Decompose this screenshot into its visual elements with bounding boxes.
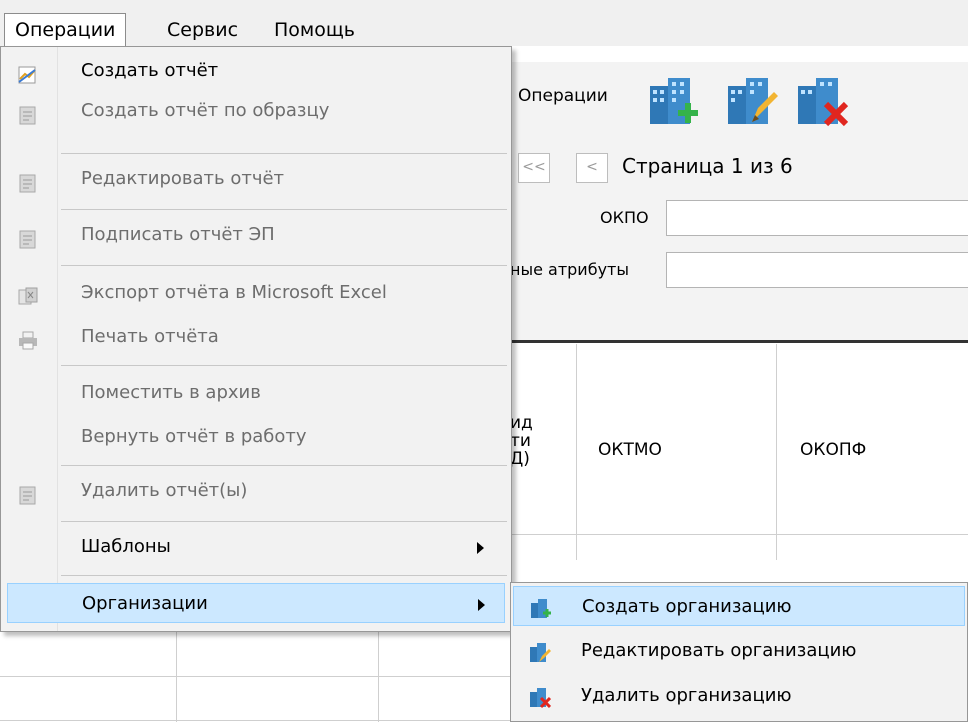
submenu-item-delete-organization[interactable]: Удалить организацию bbox=[513, 676, 965, 716]
printer-icon bbox=[17, 327, 39, 350]
report-gray-icon bbox=[17, 101, 39, 125]
attributes-label: ные атрибуты bbox=[510, 260, 629, 279]
report-gray-icon bbox=[17, 169, 39, 193]
submenu-item-create-organization[interactable]: Создать организацию bbox=[513, 586, 965, 626]
building-edit-icon[interactable] bbox=[722, 72, 778, 128]
attributes-input[interactable] bbox=[666, 252, 968, 288]
menu-separator bbox=[61, 365, 507, 366]
building-delete-icon bbox=[527, 684, 552, 709]
column-header-oktmo[interactable]: ОКТМО bbox=[598, 440, 662, 460]
okpo-input[interactable] bbox=[666, 200, 968, 236]
menu-item-label: Поместить в архив bbox=[81, 382, 261, 403]
pager: << < Страница 1 из 6 bbox=[510, 140, 968, 190]
menu-item-label: Создать отчёт bbox=[81, 60, 219, 81]
building-add-icon[interactable] bbox=[644, 72, 700, 128]
prev-page-button[interactable]: < bbox=[576, 153, 608, 183]
menu-separator bbox=[61, 265, 507, 266]
toolbar: Операции bbox=[510, 62, 968, 141]
menu-item-organizations[interactable]: Организации bbox=[7, 583, 505, 623]
menu-item-label: Удалить отчёт(ы) bbox=[81, 480, 248, 501]
submenu-item-label: Создать организацию bbox=[582, 596, 792, 617]
menu-item-create-from-template[interactable]: Создать отчёт по образцу bbox=[1, 91, 511, 131]
menu-item-delete-reports[interactable]: Удалить отчёт(ы) bbox=[1, 471, 511, 511]
operations-dropdown: Создать отчёт Создать отчёт по образцу Р… bbox=[0, 46, 512, 632]
submenu-item-label: Редактировать организацию bbox=[581, 640, 857, 661]
table-rows bbox=[0, 630, 510, 722]
menu-item-label: Шаблоны bbox=[81, 536, 171, 557]
menu-item-label: Вернуть отчёт в работу bbox=[81, 426, 307, 447]
column-header-okopf[interactable]: ОКОПФ bbox=[800, 440, 866, 460]
submenu-item-label: Удалить организацию bbox=[581, 685, 792, 706]
menu-item-label: Организации bbox=[82, 593, 208, 614]
menu-separator bbox=[61, 209, 507, 210]
menu-item-label: Печать отчёта bbox=[81, 326, 219, 347]
menu-item-archive[interactable]: Поместить в архив bbox=[1, 373, 511, 413]
menu-help[interactable]: Помощь bbox=[264, 14, 365, 46]
data-grid: ид ти Д) ОКТМО ОКОПФ bbox=[510, 344, 968, 560]
building-add-icon bbox=[528, 595, 552, 619]
submenu-arrow-icon bbox=[477, 542, 484, 554]
menu-item-export-excel[interactable]: Экспорт отчёта в Microsoft Excel bbox=[1, 273, 511, 313]
menu-separator bbox=[61, 575, 507, 576]
menu-item-print-report[interactable]: Печать отчёта bbox=[1, 317, 511, 357]
column-header-line: Д) bbox=[510, 449, 530, 469]
column-header-line: ти bbox=[510, 431, 531, 451]
menu-item-label: Создать отчёт по образцу bbox=[81, 100, 330, 121]
menu-item-templates[interactable]: Шаблоны bbox=[1, 527, 511, 567]
building-edit-icon bbox=[527, 639, 551, 663]
menu-separator bbox=[61, 521, 507, 522]
column-header-line: ид bbox=[510, 413, 533, 433]
okpo-label: ОКПО bbox=[600, 208, 649, 227]
menu-item-create-report[interactable]: Создать отчёт bbox=[1, 51, 511, 91]
page-indicator: Страница 1 из 6 bbox=[622, 154, 793, 178]
column-header-partial[interactable]: ид ти Д) bbox=[510, 414, 533, 468]
create-report-icon bbox=[17, 61, 39, 84]
building-delete-icon[interactable] bbox=[792, 72, 849, 128]
menu-item-label: Экспорт отчёта в Microsoft Excel bbox=[81, 282, 387, 303]
menu-operations[interactable]: Операции bbox=[4, 13, 127, 46]
menu-item-return-to-work[interactable]: Вернуть отчёт в работу bbox=[1, 417, 511, 457]
menu-separator bbox=[61, 465, 507, 466]
excel-export-icon bbox=[17, 283, 39, 305]
menu-separator bbox=[61, 153, 507, 154]
menu-item-label: Подписать отчёт ЭП bbox=[81, 224, 275, 245]
menu-service[interactable]: Сервис bbox=[157, 14, 248, 46]
menu-bar: Операции Сервис Помощь bbox=[0, 0, 968, 46]
first-page-button[interactable]: << bbox=[518, 153, 550, 183]
submenu-arrow-icon bbox=[478, 599, 485, 611]
menu-item-edit-report[interactable]: Редактировать отчёт bbox=[1, 159, 511, 199]
submenu-item-edit-organization[interactable]: Редактировать организацию bbox=[513, 631, 965, 671]
organizations-submenu: Создать организацию Редактировать органи… bbox=[510, 582, 968, 722]
report-gray-icon bbox=[17, 225, 39, 249]
filter-panel: ОКПО ные атрибуты bbox=[510, 190, 968, 343]
report-gray-icon bbox=[17, 481, 39, 505]
menu-item-sign-report[interactable]: Подписать отчёт ЭП bbox=[1, 215, 511, 255]
menu-item-label: Редактировать отчёт bbox=[81, 168, 285, 189]
toolbar-operations-label: Операции bbox=[518, 86, 608, 106]
